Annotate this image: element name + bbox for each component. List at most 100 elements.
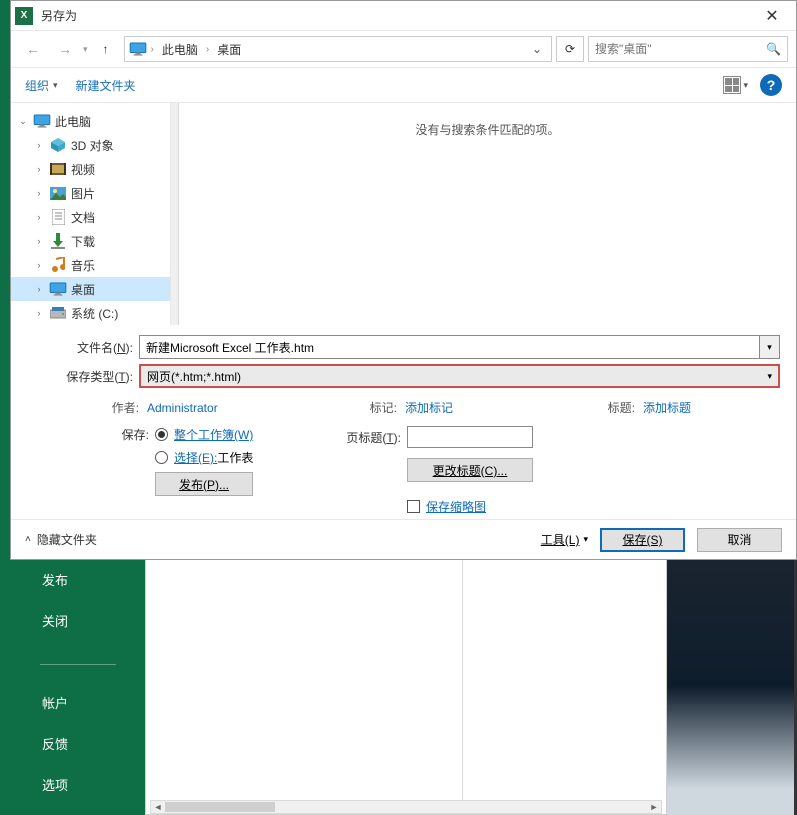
video-icon — [49, 162, 67, 176]
save-thumbnail-checkbox[interactable] — [407, 500, 420, 513]
radio-selection[interactable] — [155, 451, 168, 464]
title-value[interactable]: 添加标题 — [643, 399, 691, 416]
search-box[interactable]: 🔍 — [588, 36, 788, 62]
view-mode-button[interactable]: ▾ — [723, 76, 748, 94]
help-icon: ? — [767, 77, 776, 93]
close-button[interactable]: ✕ — [752, 2, 792, 30]
bg-left-edge — [0, 0, 10, 560]
disk-icon — [49, 307, 67, 319]
hscroll-thumb[interactable] — [165, 802, 275, 812]
tree-music[interactable]: › 音乐 — [11, 253, 170, 277]
titlebar: X 另存为 ✕ — [11, 1, 796, 31]
backstage-publish[interactable]: 发布 — [42, 570, 145, 589]
backstage-options[interactable]: 选项 — [42, 775, 145, 794]
expand-icon[interactable]: › — [33, 236, 45, 246]
view-grid-icon — [723, 76, 741, 94]
nav-up-button[interactable]: ↑ — [92, 35, 120, 63]
chevron-down-icon: ▾ — [583, 534, 588, 545]
filename-dropdown[interactable]: ▾ — [760, 335, 780, 359]
excel-icon: X — [15, 7, 33, 25]
tree-label: 系统 (C:) — [71, 305, 118, 322]
nav-recent-dropdown[interactable]: ▾ — [83, 44, 88, 55]
save-thumbnail-label[interactable]: 保存缩略图 — [426, 498, 486, 515]
tag-value[interactable]: 添加标记 — [405, 399, 585, 416]
hscroll-left-icon[interactable]: ◄ — [151, 801, 165, 813]
nav-bar: ← → ▾ ↑ › 此电脑 › 桌面 ⌄ ⟳ 🔍 — [11, 31, 796, 67]
music-icon — [49, 257, 67, 273]
new-folder-button[interactable]: 新建文件夹 — [76, 77, 136, 94]
hscroll-right-icon[interactable]: ► — [647, 801, 661, 813]
change-title-button[interactable]: 更改标题(C)... — [407, 458, 533, 482]
breadcrumb-sep-icon[interactable]: › — [151, 44, 154, 55]
breadcrumb-this-pc[interactable]: 此电脑 — [158, 41, 202, 58]
refresh-button[interactable]: ⟳ — [556, 36, 584, 62]
nav-forward-button[interactable]: → — [51, 35, 79, 63]
page-title-input[interactable] — [407, 426, 533, 448]
address-bar[interactable]: › 此电脑 › 桌面 ⌄ — [124, 36, 552, 62]
expand-icon[interactable]: › — [33, 212, 45, 222]
tag-label: 标记: — [355, 399, 397, 416]
chevron-down-icon: ▾ — [767, 342, 772, 353]
backstage-divider — [40, 664, 116, 665]
file-list-area[interactable]: 没有与搜索条件匹配的项。 — [171, 103, 796, 325]
tools-menu[interactable]: 工具(L) ▾ — [541, 531, 588, 548]
help-button[interactable]: ? — [760, 74, 782, 96]
chevron-down-icon: ▾ — [767, 371, 772, 382]
search-input[interactable] — [595, 42, 760, 56]
page-title-group: 页标题(T): 更改标题(C)... 保存缩略图 — [341, 426, 780, 515]
background-hscroll[interactable]: ◄ ► — [150, 800, 662, 814]
folder-tree[interactable]: ⌄ 此电脑 › 3D 对象 › 视频 › 图片 › 文 — [11, 103, 171, 325]
expand-icon[interactable]: › — [33, 140, 45, 150]
tools-label: 工具(L) — [541, 531, 580, 548]
address-dropdown[interactable]: ⌄ — [527, 42, 547, 56]
background-content-pane: ◄ ► — [145, 558, 667, 815]
search-icon: 🔍 — [766, 42, 781, 56]
author-value[interactable]: Administrator — [147, 401, 347, 415]
tree-desktop[interactable]: › 桌面 — [11, 277, 170, 301]
expand-icon[interactable]: › — [33, 284, 45, 294]
hide-folders-label: 隐藏文件夹 — [37, 531, 97, 548]
author-label: 作者: — [27, 399, 139, 416]
expand-icon[interactable]: › — [33, 308, 45, 318]
tree-pictures[interactable]: › 图片 — [11, 181, 170, 205]
save-type-select[interactable]: 网页(*.htm;*.html) ▾ — [139, 364, 780, 388]
tree-label: 下载 — [71, 233, 95, 250]
tree-system-c[interactable]: › 系统 (C:) — [11, 301, 170, 325]
tree-this-pc[interactable]: ⌄ 此电脑 — [11, 109, 170, 133]
arrow-up-icon: ↑ — [103, 42, 109, 56]
tree-videos[interactable]: › 视频 — [11, 157, 170, 181]
options-area: 保存: 整个工作簿(W) 选择(E):工作表 发布(P)... 页标题(T): — [11, 416, 796, 515]
chevron-down-icon: ▾ — [743, 80, 748, 91]
backstage-close[interactable]: 关闭 — [42, 611, 145, 630]
collapse-icon[interactable]: ⌄ — [17, 116, 29, 127]
backstage-account[interactable]: 帐户 — [42, 693, 145, 712]
nav-back-button[interactable]: ← — [19, 35, 47, 63]
backstage-feedback[interactable]: 反馈 — [42, 734, 145, 753]
breadcrumb-desktop[interactable]: 桌面 — [213, 41, 245, 58]
publish-button[interactable]: 发布(P)... — [155, 472, 253, 496]
arrow-right-icon: → — [58, 41, 72, 57]
tree-label: 此电脑 — [55, 113, 91, 130]
breadcrumb-sep-icon[interactable]: › — [206, 44, 209, 55]
radio-selection-label[interactable]: 选择(E):工作表 — [174, 449, 253, 466]
tree-documents[interactable]: › 文档 — [11, 205, 170, 229]
filename-input[interactable] — [139, 335, 760, 359]
organize-menu[interactable]: 组织 ▾ — [25, 77, 58, 94]
metadata-row: 作者: Administrator 标记: 添加标记 标题: 添加标题 — [11, 393, 796, 416]
cancel-button[interactable]: 取消 — [697, 528, 782, 552]
expand-icon[interactable]: › — [33, 188, 45, 198]
refresh-icon: ⟳ — [565, 42, 575, 56]
expand-icon[interactable]: › — [33, 260, 45, 270]
tree-downloads[interactable]: › 下载 — [11, 229, 170, 253]
organize-label: 组织 — [25, 77, 49, 94]
expand-icon[interactable]: › — [33, 164, 45, 174]
document-icon — [49, 209, 67, 225]
radio-entire-workbook[interactable] — [155, 428, 168, 441]
save-button[interactable]: 保存(S) — [600, 528, 685, 552]
close-icon: ✕ — [765, 6, 778, 26]
file-list-left-gutter — [171, 103, 179, 325]
radio-entire-workbook-label[interactable]: 整个工作簿(W) — [174, 426, 253, 443]
hide-folders-button[interactable]: ˄ 隐藏文件夹 — [25, 531, 97, 548]
tree-3d-objects[interactable]: › 3D 对象 — [11, 133, 170, 157]
tree-label: 桌面 — [71, 281, 95, 298]
